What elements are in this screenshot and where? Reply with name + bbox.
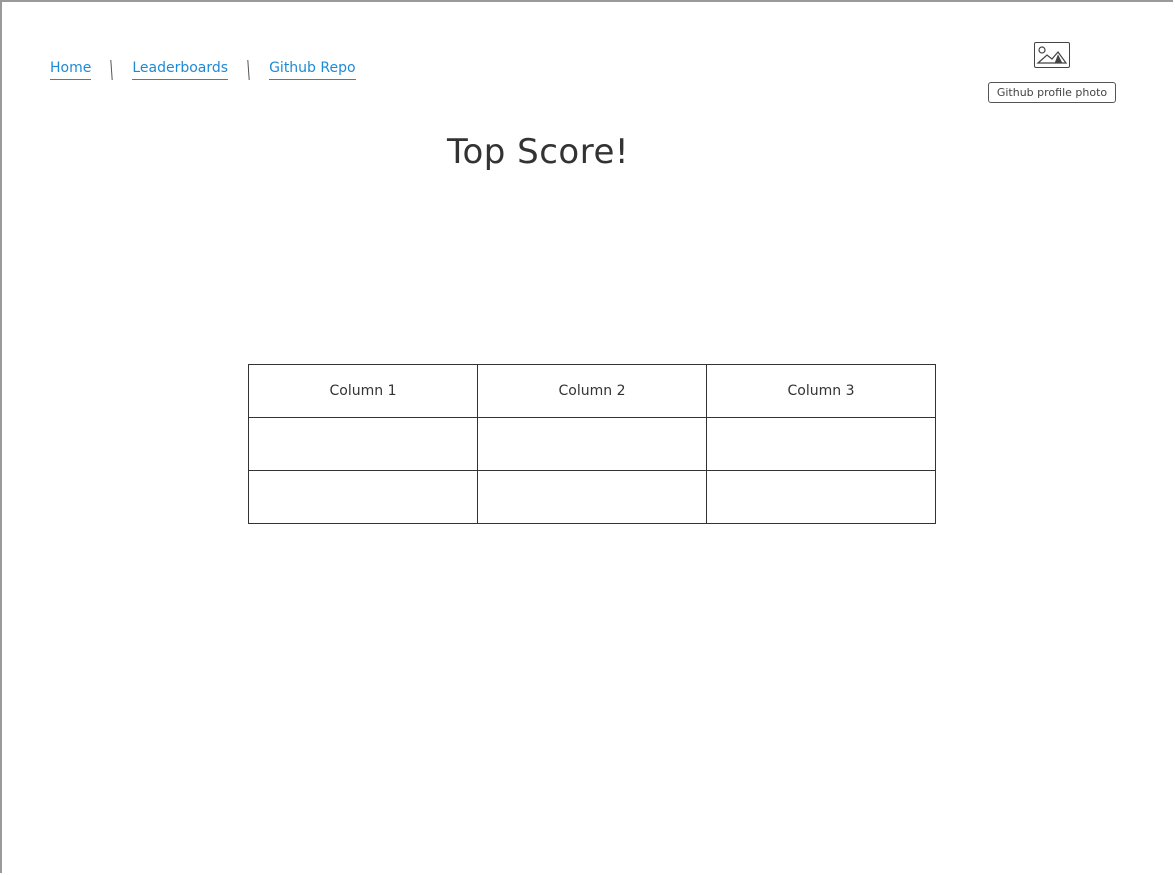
github-profile[interactable]: Github profile photo (988, 42, 1116, 103)
top-nav: Home Leaderboards Github Repo (50, 59, 356, 81)
table-header-row: Column 1 Column 2 Column 3 (248, 364, 936, 418)
page-title: Top Score! (446, 132, 630, 172)
table-cell (477, 417, 707, 471)
table-header-cell: Column 3 (706, 364, 936, 418)
table-cell (248, 470, 478, 524)
table-header-cell: Column 1 (248, 364, 478, 418)
table-cell (477, 470, 707, 524)
nav-link-github-repo[interactable]: Github Repo (269, 60, 356, 80)
page-frame: Home Leaderboards Github Repo Github pro… (0, 0, 1173, 873)
nav-separator (247, 59, 250, 81)
score-table: Column 1 Column 2 Column 3 (248, 364, 936, 524)
table-row (248, 417, 936, 471)
table-header-cell: Column 2 (477, 364, 707, 418)
nav-link-home[interactable]: Home (50, 60, 92, 80)
table-cell (706, 470, 936, 524)
nav-link-leaderboards[interactable]: Leaderboards (132, 60, 229, 80)
table-cell (706, 417, 936, 471)
profile-photo-label: Github profile photo (988, 82, 1116, 103)
table-cell (248, 417, 478, 471)
nav-separator (110, 59, 114, 81)
image-icon (1034, 42, 1070, 68)
table-row (248, 470, 936, 524)
